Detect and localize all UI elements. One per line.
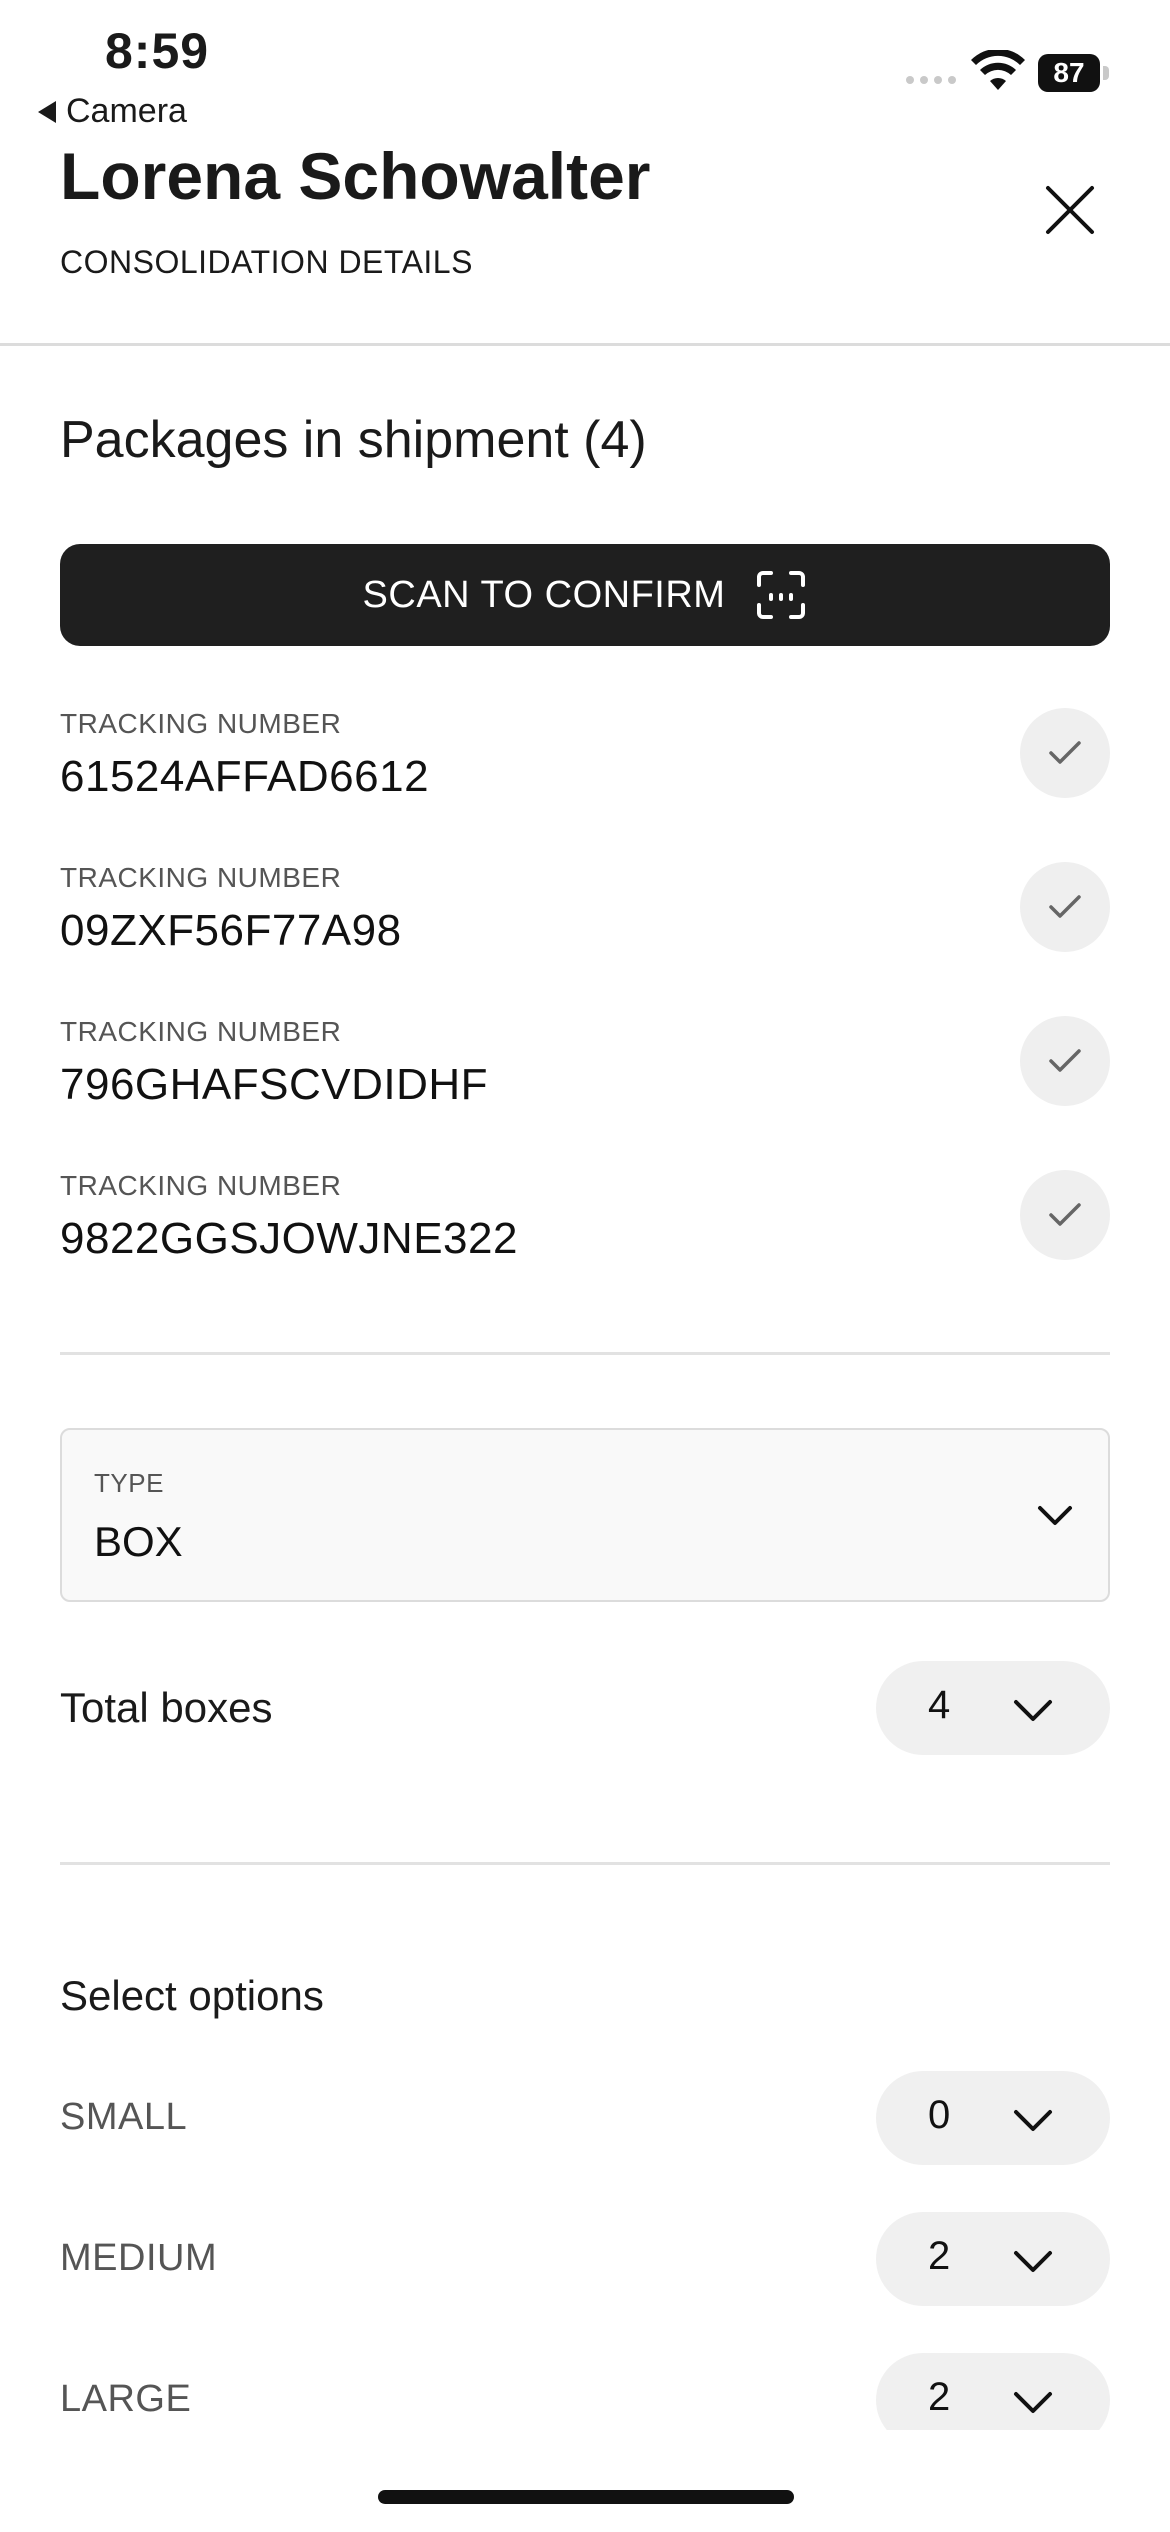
- confirm-check-button[interactable]: [1020, 708, 1110, 798]
- package-row: TRACKING NUMBER 796GHAFSCVDIDHF: [60, 1016, 1110, 1136]
- status-time: 8:59: [105, 23, 210, 79]
- tracking-number-value: 796GHAFSCVDIDHF: [60, 1060, 489, 1109]
- option-label-small: SMALL: [60, 2096, 188, 2138]
- type-value: BOX: [94, 1518, 183, 1565]
- close-icon: [1046, 186, 1094, 234]
- back-triangle-icon: [38, 100, 56, 123]
- checkmark-icon: [1049, 895, 1081, 918]
- back-to-camera-link[interactable]: Camera: [38, 92, 187, 131]
- section-divider: [60, 1352, 1110, 1355]
- tracking-number-value: 61524AFFAD6612: [60, 752, 430, 801]
- chevron-down-icon: [1014, 2392, 1052, 2413]
- total-boxes-label: Total boxes: [60, 1684, 273, 1731]
- wifi-icon: [971, 50, 1025, 90]
- package-row: TRACKING NUMBER 9822GGSJOWJNE322: [60, 1170, 1110, 1290]
- section-divider: [60, 1862, 1110, 1865]
- confirm-check-button[interactable]: [1020, 862, 1110, 952]
- bottom-safe-area: [0, 2430, 1170, 2532]
- scan-button-label: SCAN TO CONFIRM: [362, 573, 726, 616]
- package-row: TRACKING NUMBER 61524AFFAD6612: [60, 708, 1110, 828]
- select-options-title: Select options: [60, 1972, 324, 2019]
- option-select-medium[interactable]: 2: [876, 2212, 1110, 2306]
- checkmark-icon: [1049, 1049, 1081, 1072]
- checkmark-icon: [1049, 741, 1081, 764]
- back-label: Camera: [66, 92, 187, 130]
- total-boxes-value: 4: [928, 1683, 951, 1727]
- confirm-check-button[interactable]: [1020, 1170, 1110, 1260]
- close-button[interactable]: [1030, 170, 1110, 250]
- tracking-number-value: 09ZXF56F77A98: [60, 906, 402, 955]
- option-label-large: LARGE: [60, 2378, 192, 2420]
- tracking-number-label: TRACKING NUMBER: [60, 708, 342, 739]
- chevron-down-icon: [1014, 2110, 1052, 2131]
- barcode-scan-icon: [757, 571, 806, 619]
- option-label-medium: MEDIUM: [60, 2237, 218, 2279]
- tracking-number-label: TRACKING NUMBER: [60, 1016, 342, 1047]
- battery-icon: 87: [1038, 54, 1100, 92]
- option-select-small[interactable]: 0: [876, 2071, 1110, 2165]
- chevron-down-icon: [1038, 1506, 1072, 1525]
- battery-level: 87: [1053, 57, 1085, 88]
- option-value: 2: [928, 2375, 951, 2419]
- page-subtitle: CONSOLIDATION DETAILS: [60, 244, 473, 280]
- confirm-check-button[interactable]: [1020, 1016, 1110, 1106]
- scan-to-confirm-button[interactable]: SCAN TO CONFIRM: [60, 544, 1110, 646]
- total-boxes-select[interactable]: 4: [876, 1661, 1110, 1755]
- package-row: TRACKING NUMBER 09ZXF56F77A98: [60, 862, 1110, 982]
- home-indicator[interactable]: [378, 2490, 794, 2504]
- chevron-down-icon: [1014, 2251, 1052, 2272]
- tracking-number-label: TRACKING NUMBER: [60, 862, 342, 893]
- checkmark-icon: [1049, 1203, 1081, 1226]
- tracking-number-value: 9822GGSJOWJNE322: [60, 1214, 518, 1263]
- chevron-down-icon: [1014, 1700, 1052, 1721]
- battery-nub: [1103, 66, 1109, 80]
- option-value: 2: [928, 2234, 951, 2278]
- customer-name: Lorena Schowalter: [60, 139, 651, 213]
- type-select[interactable]: TYPE BOX: [60, 1428, 1110, 1602]
- header-divider: [0, 343, 1170, 346]
- type-label: TYPE: [94, 1468, 164, 1498]
- packages-title: Packages in shipment (4): [60, 411, 647, 469]
- option-value: 0: [928, 2093, 951, 2137]
- cellular-signal-icon: [906, 76, 956, 84]
- tracking-number-label: TRACKING NUMBER: [60, 1170, 342, 1201]
